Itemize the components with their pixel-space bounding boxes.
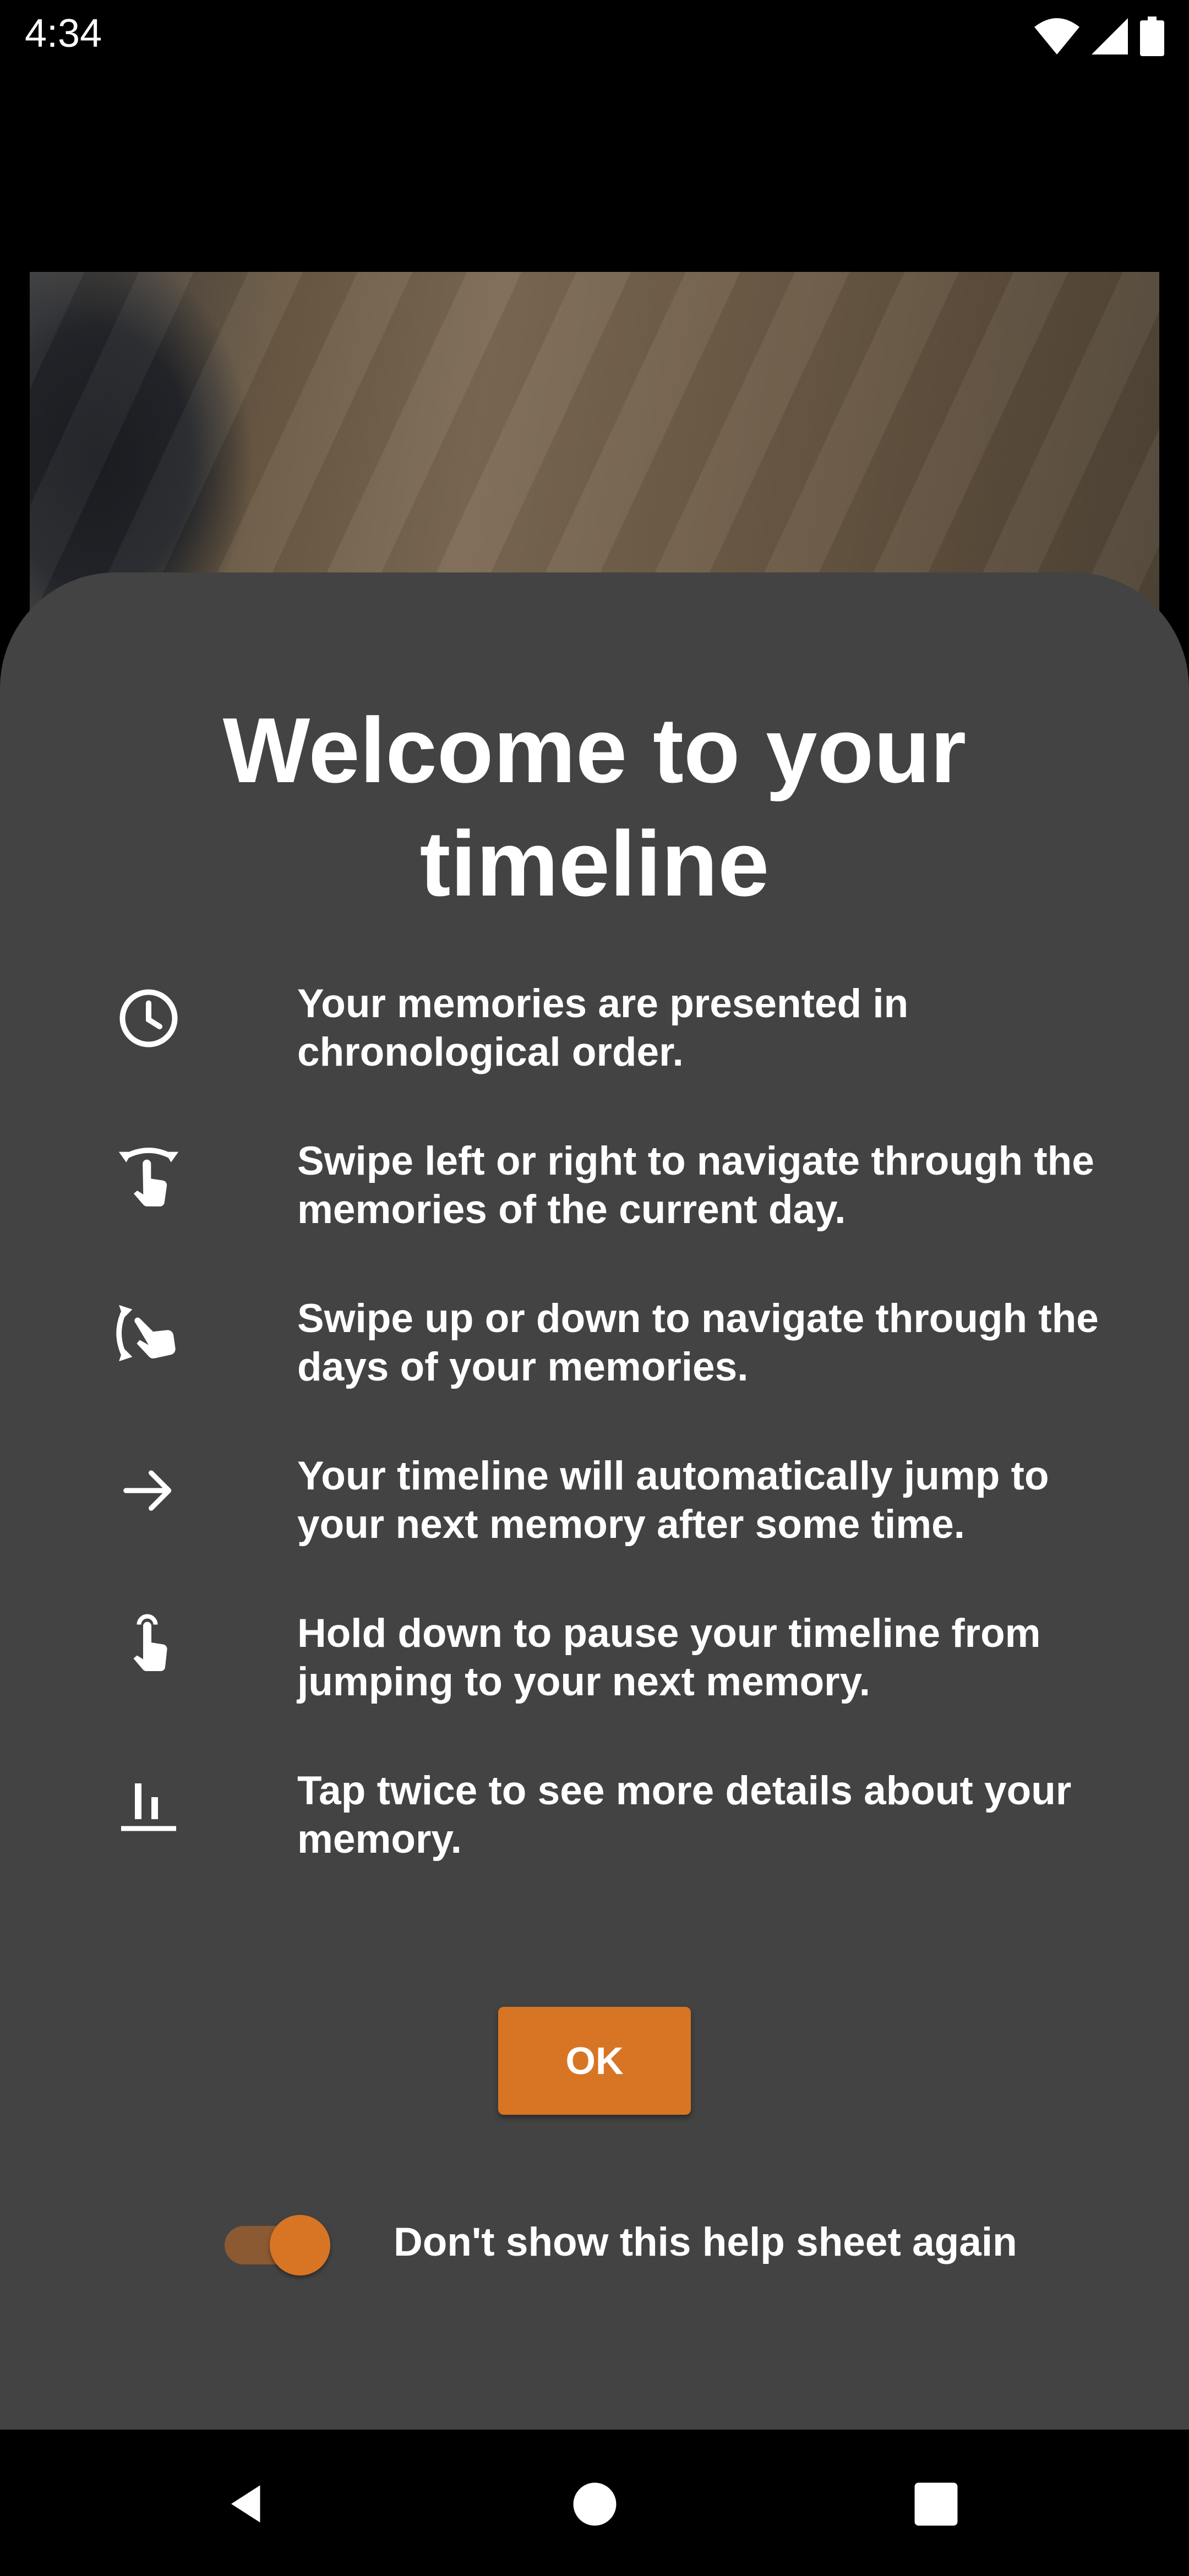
status-bar: 4:34 bbox=[0, 0, 1189, 77]
cellular-signal-icon bbox=[1090, 17, 1129, 56]
background-photo bbox=[30, 272, 1159, 613]
nav-home-button[interactable] bbox=[567, 2476, 622, 2531]
help-text-line: memories of the current day. bbox=[297, 1187, 846, 1232]
help-text-line: your next memory after some time. bbox=[297, 1502, 966, 1547]
dont-show-again-toggle[interactable] bbox=[220, 2202, 336, 2284]
help-item-auto-jump: Your timeline will automatically jump to… bbox=[0, 1452, 1189, 1562]
swipe-vertical-icon bbox=[110, 1295, 187, 1372]
nav-back-button[interactable] bbox=[220, 2476, 275, 2531]
sheet-title-line2: timeline bbox=[419, 812, 770, 915]
arrow-right-icon bbox=[110, 1452, 187, 1529]
help-item-hold-pause: Hold down to pause your timeline from ju… bbox=[0, 1609, 1189, 1720]
help-item-swipe-horizontal: Swipe left or right to navigate through … bbox=[0, 1137, 1189, 1247]
help-text: Your memories are presented in chronolog… bbox=[297, 980, 1134, 1077]
help-text-line: Swipe left or right to navigate through … bbox=[297, 1139, 1094, 1183]
sheet-title-line1: Welcome to your bbox=[222, 698, 967, 802]
back-triangle-icon bbox=[231, 2485, 260, 2523]
help-item-swipe-vertical: Swipe up or down to navigate through the… bbox=[0, 1295, 1189, 1405]
help-text-line: Hold down to pause your timeline from bbox=[297, 1611, 1041, 1656]
help-text-line: jumping to your next memory. bbox=[297, 1660, 871, 1704]
nav-recents-button[interactable] bbox=[908, 2476, 963, 2531]
dont-show-again-label[interactable]: Don't show this help sheet again bbox=[394, 2218, 1017, 2267]
help-text: Swipe up or down to navigate through the… bbox=[297, 1295, 1134, 1391]
help-text-line: Your memories are presented in bbox=[297, 981, 909, 1026]
help-text-line: chronological order. bbox=[297, 1030, 684, 1074]
swipe-horizontal-icon bbox=[110, 1137, 187, 1214]
help-text: Your timeline will automatically jump to… bbox=[297, 1452, 1134, 1549]
clock-icon bbox=[110, 980, 187, 1057]
help-text: Swipe left or right to navigate through … bbox=[297, 1137, 1134, 1234]
sheet-title: Welcome to your timeline bbox=[0, 694, 1189, 920]
status-icons bbox=[1034, 17, 1164, 56]
help-text-line: memory. bbox=[297, 1817, 462, 1862]
help-text-line: Your timeline will automatically jump to bbox=[297, 1454, 1049, 1498]
toggle-thumb bbox=[270, 2215, 330, 2275]
help-text-line: days of your memories. bbox=[297, 1345, 749, 1389]
bar-chart-icon bbox=[110, 1767, 187, 1844]
help-bottom-sheet: Welcome to your timeline Your memories a… bbox=[0, 572, 1189, 2430]
ok-button[interactable]: OK bbox=[498, 2007, 691, 2115]
home-circle-icon bbox=[573, 2482, 616, 2525]
wifi-icon bbox=[1034, 17, 1079, 56]
help-item-chronological: Your memories are presented in chronolog… bbox=[0, 980, 1189, 1090]
help-text: Tap twice to see more details about your… bbox=[297, 1767, 1134, 1864]
battery-icon bbox=[1140, 17, 1164, 56]
help-text-line: Tap twice to see more details about your bbox=[297, 1769, 1072, 1813]
system-navigation-bar bbox=[0, 2430, 1189, 2576]
help-text-line: Swipe up or down to navigate through the bbox=[297, 1296, 1099, 1341]
touch-hold-icon bbox=[110, 1609, 187, 1687]
help-item-details: Tap twice to see more details about your… bbox=[0, 1767, 1189, 1877]
status-time: 4:34 bbox=[25, 12, 102, 56]
help-text: Hold down to pause your timeline from ju… bbox=[297, 1609, 1134, 1706]
recents-square-icon bbox=[914, 2482, 957, 2525]
